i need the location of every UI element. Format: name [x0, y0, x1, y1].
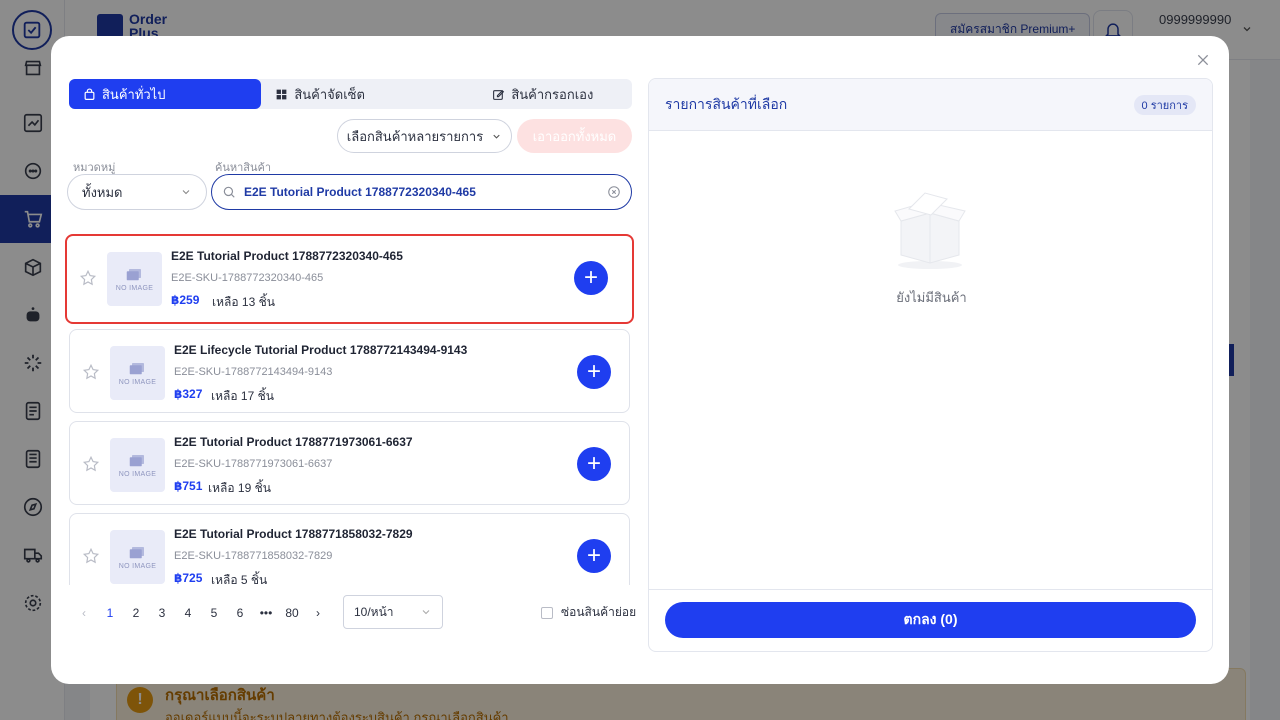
close-icon[interactable] — [1191, 48, 1215, 72]
image-icon — [126, 268, 141, 280]
empty-box-icon — [894, 192, 966, 269]
tab-general-products[interactable]: สินค้าทั่วไป — [69, 79, 262, 109]
page-size-select[interactable]: 10/หน้า — [343, 595, 443, 629]
selected-panel-title: รายการสินค้าที่เลือก — [665, 95, 788, 112]
product-sku: E2E-SKU-1788772320340-465 — [171, 272, 324, 284]
star-icon[interactable] — [82, 455, 100, 473]
hide-subproducts-checkbox[interactable] — [541, 606, 553, 619]
selected-products-panel: รายการสินค้าที่เลือก 0 รายการ ยังไม่มีสิ… — [648, 78, 1213, 652]
page-button[interactable]: 6 — [227, 606, 253, 620]
chevron-down-icon — [182, 190, 190, 195]
product-list[interactable]: NO IMAGE E2E Tutorial Product 1788772320… — [61, 226, 641, 585]
page-button[interactable]: 2 — [123, 606, 149, 620]
star-icon[interactable] — [79, 269, 97, 287]
page-ellipsis[interactable]: ••• — [253, 606, 279, 620]
tab-label: สินค้าทั่วไป — [102, 86, 166, 102]
product-price: ฿751 — [174, 479, 203, 493]
chevron-left-icon[interactable]: ‹ — [71, 606, 97, 620]
product-sku: E2E-SKU-1788771858032-7829 — [174, 550, 333, 562]
tab-label: สินค้ากรอกเอง — [511, 86, 594, 102]
image-icon — [129, 454, 144, 466]
chevron-right-icon[interactable]: › — [305, 606, 331, 620]
chevron-down-icon — [422, 610, 430, 615]
product-price: ฿725 — [174, 571, 203, 585]
image-icon — [129, 362, 144, 374]
image-icon — [129, 546, 144, 558]
edit-icon — [493, 89, 505, 100]
product-sku: E2E-SKU-1788771973061-6637 — [174, 458, 333, 470]
selected-count-badge: 0 รายการ — [1133, 94, 1196, 115]
pagination: ‹ 1 2 3 4 5 6 ••• 80 › — [71, 597, 331, 629]
tab-label: สินค้าจัดเซ็ต — [294, 86, 365, 102]
grid-icon — [276, 89, 287, 99]
tab-manual-products[interactable]: สินค้ากรอกเอง — [454, 79, 632, 109]
multi-select-label: เลือกสินค้าหลายรายการ — [346, 128, 484, 144]
product-card[interactable]: NO IMAGE E2E Tutorial Product 1788771858… — [69, 513, 630, 585]
selected-panel-header: รายการสินค้าที่เลือก 0 รายการ — [649, 79, 1212, 131]
product-image: NO IMAGE — [110, 438, 165, 492]
product-stock: เหลือ 17 ชิ้น — [211, 389, 274, 403]
no-image-label: NO IMAGE — [118, 470, 157, 478]
product-sku: E2E-SKU-1788772143494-9143 — [174, 366, 333, 378]
product-stock: เหลือ 19 ชิ้น — [208, 481, 271, 495]
search-value: E2E Tutorial Product 1788772320340-465 — [244, 185, 476, 199]
page-button[interactable]: 1 — [97, 606, 123, 620]
hide-subproducts-toggle[interactable]: ซ่อนสินค้าย่อย — [541, 603, 636, 622]
category-value: ทั้งหมด — [82, 184, 123, 200]
product-name: E2E Lifecycle Tutorial Product 178877214… — [174, 343, 468, 357]
search-input[interactable]: E2E Tutorial Product 1788772320340-465 — [211, 174, 632, 210]
add-product-button[interactable]: + — [577, 447, 611, 481]
product-card[interactable]: NO IMAGE E2E Tutorial Product 1788772320… — [65, 234, 634, 324]
product-name: E2E Tutorial Product 1788771858032-7829 — [174, 527, 413, 541]
multi-select-button[interactable]: เลือกสินค้าหลายรายการ — [337, 119, 512, 153]
selected-panel-footer: ตกลง (0) — [649, 589, 1212, 651]
product-image: NO IMAGE — [110, 346, 165, 400]
product-name: E2E Tutorial Product 1788771973061-6637 — [174, 435, 413, 449]
product-stock: เหลือ 13 ชิ้น — [212, 295, 275, 309]
clear-icon[interactable] — [607, 185, 621, 199]
confirm-button[interactable]: ตกลง (0) — [665, 602, 1196, 638]
page-button[interactable]: 5 — [201, 606, 227, 620]
shopping-bag-icon — [84, 88, 95, 100]
category-select[interactable]: ทั้งหมด — [67, 174, 207, 210]
add-product-button[interactable]: + — [574, 261, 608, 295]
page-button[interactable]: 4 — [175, 606, 201, 620]
product-name: E2E Tutorial Product 1788772320340-465 — [171, 249, 403, 263]
product-price: ฿259 — [171, 293, 200, 307]
page-button[interactable]: 80 — [279, 606, 305, 620]
chevron-down-icon — [493, 134, 500, 139]
tab-product-sets[interactable]: สินค้าจัดเซ็ต — [261, 79, 453, 109]
product-card[interactable]: NO IMAGE E2E Lifecycle Tutorial Product … — [69, 329, 630, 413]
search-icon — [223, 186, 235, 198]
star-icon[interactable] — [82, 547, 100, 565]
no-image-label: NO IMAGE — [118, 562, 157, 570]
product-stock: เหลือ 5 ชิ้น — [211, 573, 268, 585]
remove-all-button[interactable]: เอาออกทั้งหมด — [517, 119, 632, 153]
product-card[interactable]: NO IMAGE E2E Tutorial Product 1788771973… — [69, 421, 630, 505]
empty-state-text: ยังไม่มีสินค้า — [896, 290, 967, 305]
star-icon[interactable] — [82, 363, 100, 381]
hide-subproducts-label: ซ่อนสินค้าย่อย — [561, 605, 637, 619]
add-product-button[interactable]: + — [577, 539, 611, 573]
product-type-tabs: สินค้าทั่วไป สินค้าจัดเซ็ต สินค้ากรอกเอง — [69, 79, 632, 109]
product-image: NO IMAGE — [107, 252, 162, 306]
no-image-label: NO IMAGE — [115, 284, 154, 292]
page-size-value: 10/หน้า — [354, 604, 394, 619]
product-price: ฿327 — [174, 387, 203, 401]
add-product-button[interactable]: + — [577, 355, 611, 389]
product-picker-modal: สินค้าทั่วไป สินค้าจัดเซ็ต สินค้ากรอกเอง… — [51, 36, 1229, 684]
product-image: NO IMAGE — [110, 530, 165, 584]
page-button[interactable]: 3 — [149, 606, 175, 620]
no-image-label: NO IMAGE — [118, 378, 157, 386]
